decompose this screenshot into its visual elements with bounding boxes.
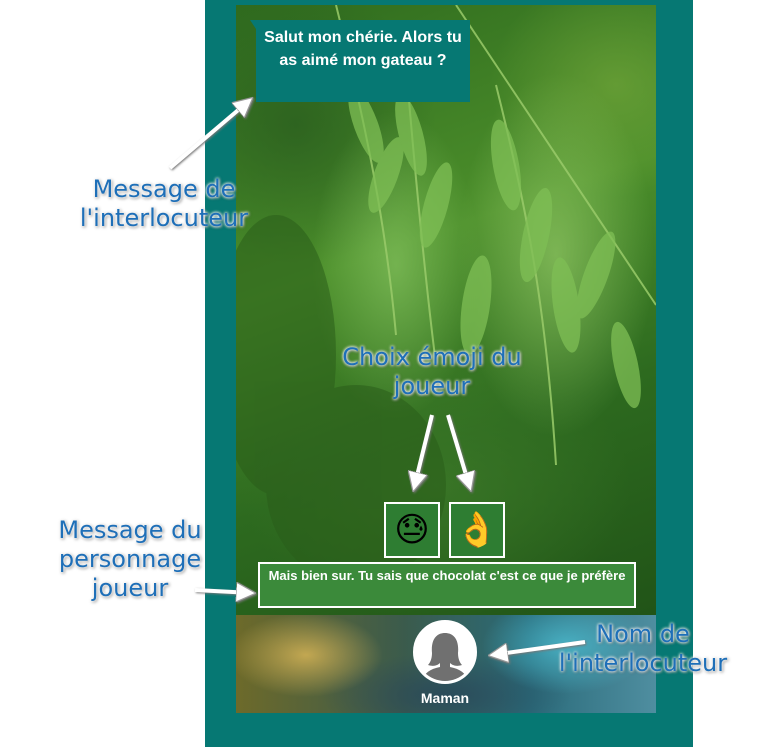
incoming-message-bubble: Salut mon chérie. Alors tu as aimé mon g… xyxy=(256,20,470,102)
person-silhouette-icon xyxy=(416,623,474,681)
annotation-player-message: Message du personnage joueur xyxy=(58,516,202,602)
contact-avatar[interactable] xyxy=(413,620,477,684)
ok-hand-icon: 👌 xyxy=(455,511,499,549)
emoji-choice-ok-hand[interactable]: 👌 xyxy=(449,502,505,558)
contact-name: Maman xyxy=(420,690,470,706)
player-message-box: Mais bien sur. Tu sais que chocolat c'es… xyxy=(258,562,636,608)
emoji-choice-downcast-sweat[interactable]: 😓 xyxy=(384,502,440,558)
downcast-sweat-face-icon: 😓 xyxy=(394,511,430,549)
annotation-emoji-choice: Choix émoji du joueur xyxy=(342,343,522,400)
annotation-incoming-message: Message de l'interlocuteur xyxy=(79,175,249,232)
annotation-contact-name: Nom de l'interlocuteur xyxy=(558,620,728,677)
